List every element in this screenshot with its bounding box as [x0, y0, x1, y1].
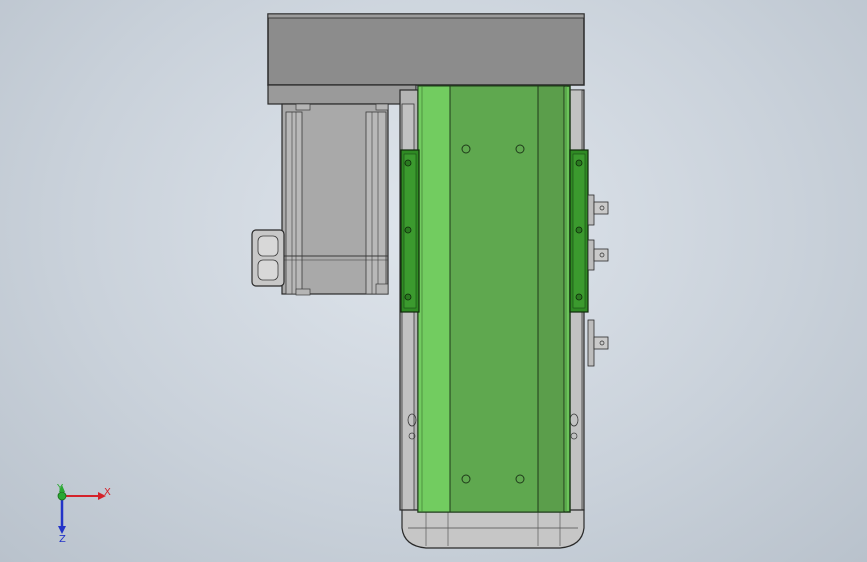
z-axis-arrow	[58, 496, 66, 534]
z-axis-label: Z	[59, 534, 66, 545]
x-axis-label: X	[104, 487, 111, 498]
limit-sensor-bottom[interactable]	[587, 319, 609, 367]
green-carriage[interactable]	[417, 85, 571, 513]
left-rail[interactable]	[400, 149, 420, 313]
motor-connector[interactable]	[251, 229, 285, 287]
right-rail[interactable]	[569, 149, 589, 313]
limit-sensor-top[interactable]	[587, 194, 609, 226]
x-axis-arrow	[62, 492, 106, 500]
limit-sensor-middle[interactable]	[587, 239, 609, 271]
servo-motor[interactable]	[281, 103, 389, 296]
reference-triad: X Y Z	[56, 483, 111, 545]
cad-viewport[interactable]	[0, 0, 867, 562]
y-axis-label: Y	[56, 483, 64, 494]
